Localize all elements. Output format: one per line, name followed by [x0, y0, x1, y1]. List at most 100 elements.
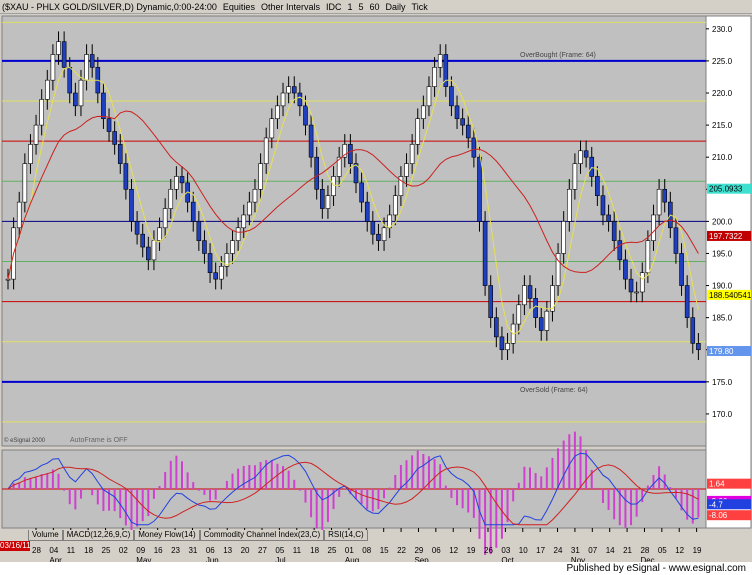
tick-button[interactable]: Tick — [412, 2, 428, 12]
daily-button[interactable]: Daily — [386, 2, 406, 12]
candle-body — [381, 227, 387, 241]
x-tick-label: 14 — [606, 546, 615, 555]
sub-tag-label: -4.7 — [709, 500, 723, 509]
footer-credit: Published by eSignal - www.esignal.com — [0, 562, 752, 575]
chart-canvas: 170.0175.0180.0185.0190.0195.0200.0205.0… — [1, 15, 752, 562]
x-tick-label: 11 — [67, 546, 76, 555]
candle-body — [690, 317, 696, 344]
candle-body — [67, 67, 73, 94]
x-tick-label: 10 — [519, 546, 528, 555]
candle-body — [325, 195, 331, 209]
candle-body — [252, 188, 258, 203]
x-tick-label: 05 — [275, 546, 284, 555]
idc-button[interactable]: IDC — [326, 2, 342, 12]
candle-body — [415, 118, 421, 145]
candle-body — [320, 188, 325, 209]
x-tick-label: 28 — [32, 546, 41, 555]
candle-body — [117, 144, 123, 164]
candle-body — [61, 41, 67, 68]
x-tick-label: 13 — [223, 546, 232, 555]
candle-body — [589, 156, 595, 177]
x-tick-label: 25 — [328, 546, 337, 555]
candle-body — [269, 118, 275, 139]
candle-body — [623, 259, 628, 280]
y-tick-label: 170.0 — [712, 410, 733, 419]
y-tick-label: 215.0 — [712, 121, 733, 130]
indicator-tab[interactable]: Commodity Channel Index(23,C) — [199, 530, 325, 541]
x-tick-label: 31 — [571, 546, 580, 555]
x-tick-label: 16 — [154, 546, 163, 555]
candle-body — [437, 54, 443, 68]
indicator-tabs: Volume MACD(12,26,9,C) Money Flow(14) Commo… — [28, 530, 368, 541]
candle-body — [359, 182, 364, 203]
equities-menu[interactable]: Equities — [223, 2, 255, 12]
interval-1-button[interactable]: 1 — [347, 2, 352, 12]
x-tick-label: 19 — [467, 546, 476, 555]
x-tick-label: 05 — [658, 546, 667, 555]
x-tick-label: 31 — [188, 546, 197, 555]
candle-body — [174, 176, 179, 190]
candle-body — [22, 163, 28, 203]
other-intervals-menu[interactable]: Other Intervals — [261, 2, 320, 12]
indicator-tab[interactable]: Money Flow(14) — [134, 530, 200, 541]
candle-body — [235, 227, 241, 241]
candle-body — [611, 221, 617, 241]
candle-body — [639, 272, 645, 293]
candle-body — [39, 99, 44, 126]
candle-body — [213, 272, 218, 280]
x-tick-label: 21 — [623, 546, 632, 555]
candle-body — [662, 188, 668, 203]
candle-body — [78, 79, 84, 107]
x-tick-label: 11 — [293, 546, 302, 555]
candle-body — [314, 156, 320, 190]
candle-body — [16, 201, 22, 229]
y-tick-label: 200.0 — [712, 217, 733, 226]
indicator-tab[interactable]: MACD(12,26,9,C) — [62, 530, 135, 541]
candle-body — [656, 188, 662, 216]
candle-body — [482, 221, 488, 286]
candle-body — [460, 118, 465, 126]
candle-body — [258, 163, 263, 190]
candle-body — [218, 265, 224, 280]
interval-5-button[interactable]: 5 — [359, 2, 364, 12]
candle-body — [628, 278, 634, 293]
x-tick-label: 06 — [432, 546, 441, 555]
candle-body — [566, 188, 572, 222]
candle-body — [673, 227, 679, 254]
candle-body — [454, 105, 460, 119]
candle-body — [286, 86, 291, 94]
candle-body — [561, 221, 566, 254]
candle-body — [44, 79, 50, 100]
candle-body — [578, 150, 583, 164]
candle-body — [230, 240, 235, 254]
candle-body — [696, 343, 701, 351]
candle-body — [516, 304, 522, 325]
candle-body — [348, 144, 353, 164]
candle-body — [162, 208, 168, 229]
candle-body — [392, 195, 398, 216]
x-tick-label: 01 — [345, 546, 354, 555]
candle-body — [527, 285, 533, 299]
candle-body — [196, 221, 202, 241]
x-tick-label: 12 — [675, 546, 684, 555]
sub-tag-label: 1.64 — [709, 480, 725, 489]
x-tick-label: 12 — [449, 546, 458, 555]
interval-60-button[interactable]: 60 — [370, 2, 380, 12]
x-tick-label: 03 — [501, 546, 510, 555]
candle-body — [364, 201, 370, 222]
symbol-label: ($XAU - PHLX GOLD/SILVER,D) Dynamic,0:00… — [2, 1, 217, 12]
autoframe-label: AutoFrame is OFF — [70, 437, 128, 444]
candle-body — [449, 86, 454, 107]
candle-body — [151, 240, 157, 261]
x-tick-label: 06 — [206, 546, 215, 555]
candle-body — [583, 150, 589, 158]
indicator-tab[interactable]: Volume — [28, 530, 63, 541]
x-tick-label: 15 — [380, 546, 389, 555]
candle-body — [157, 227, 162, 241]
candle-body — [112, 131, 117, 145]
x-tick-label: 02 — [119, 546, 128, 555]
indicator-tab[interactable]: RSI(14,C) — [324, 530, 368, 541]
candle-body — [465, 124, 471, 139]
x-tick-label: 18 — [310, 546, 319, 555]
candle-body — [129, 188, 134, 222]
